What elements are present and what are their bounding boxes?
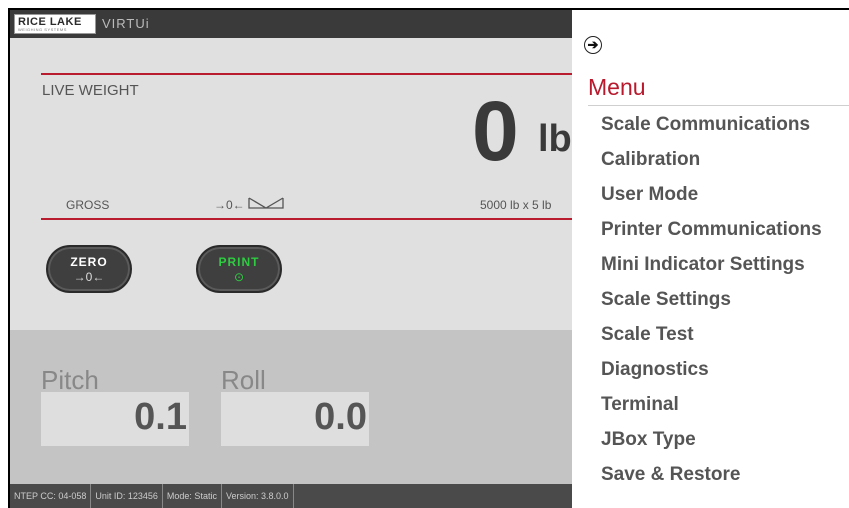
menu-item-save-restore[interactable]: Save & Restore [601, 461, 822, 496]
menu-item-scale-settings[interactable]: Scale Settings [601, 286, 822, 321]
status-footer: NTEP CC: 04-058 Unit ID: 123456 Mode: Stat… [10, 484, 572, 508]
menu-item-scale-test[interactable]: Scale Test [601, 321, 822, 356]
gross-indicator: GROSS [66, 198, 110, 212]
menu-item-printer-communications[interactable]: Printer Communications [601, 216, 822, 251]
menu-divider [588, 105, 849, 106]
menu-item-jbox-type[interactable]: JBox Type [601, 426, 822, 461]
pitch-value-box: 0.1 [41, 392, 189, 446]
top-bar: RICE LAKE WEIGHING SYSTEMS VIRTUi [10, 10, 572, 38]
menu-panel: ➔ Menu Scale Communications Calibration … [572, 10, 849, 508]
zero-icon: →0← [73, 270, 105, 284]
close-menu-arrow-icon[interactable]: ➔ [584, 36, 602, 54]
roll-value: 0.0 [314, 396, 367, 438]
logo-subtext: WEIGHING SYSTEMS [18, 27, 67, 32]
menu-item-scale-communications[interactable]: Scale Communications [601, 111, 822, 146]
version-info: Version: 3.8.0.0 [222, 484, 294, 508]
center-of-zero-icon: →0← [214, 198, 245, 212]
zero-button[interactable]: ZERO →0← [46, 245, 132, 293]
standstill-icon [248, 196, 284, 213]
top-divider [41, 73, 572, 75]
menu-item-calibration[interactable]: Calibration [601, 146, 822, 181]
print-icon: ⊙ [233, 270, 245, 284]
menu-title: Menu [588, 74, 646, 100]
pitch-value: 0.1 [134, 396, 187, 438]
weight-unit: lb [538, 118, 572, 160]
mode-info: Mode: Static [163, 484, 222, 508]
live-weight-label: LIVE WEIGHT [42, 82, 139, 99]
product-name: VIRTUi [102, 16, 150, 31]
bottom-divider [41, 218, 572, 220]
print-button[interactable]: PRINT ⊙ [196, 245, 282, 293]
rice-lake-logo: RICE LAKE WEIGHING SYSTEMS [14, 14, 96, 34]
capacity-label: 5000 lb x 5 lb [480, 198, 552, 212]
print-button-label: PRINT [218, 255, 260, 269]
zero-button-label: ZERO [70, 255, 108, 269]
ntep-info: NTEP CC: 04-058 [10, 484, 92, 508]
frame-left-border [8, 8, 10, 508]
menu-item-diagnostics[interactable]: Diagnostics [601, 356, 822, 391]
tilt-panel: Pitch 0.1 Roll 0.0 [10, 330, 572, 484]
menu-item-mini-indicator-settings[interactable]: Mini Indicator Settings [601, 251, 822, 286]
menu-list: Scale Communications Calibration User Mo… [601, 111, 822, 496]
roll-value-box: 0.0 [221, 392, 369, 446]
menu-item-terminal[interactable]: Terminal [601, 391, 822, 426]
weight-value: 0 [472, 84, 519, 178]
unit-id: Unit ID: 123456 [91, 484, 163, 508]
menu-item-user-mode[interactable]: User Mode [601, 181, 822, 216]
weight-panel: LIVE WEIGHT 0 lb GROSS →0← 5000 lb x 5 l… [10, 38, 572, 330]
frame-top-border [10, 8, 849, 10]
indicator-app: RICE LAKE WEIGHING SYSTEMS VIRTUi LIVE W… [10, 10, 572, 508]
